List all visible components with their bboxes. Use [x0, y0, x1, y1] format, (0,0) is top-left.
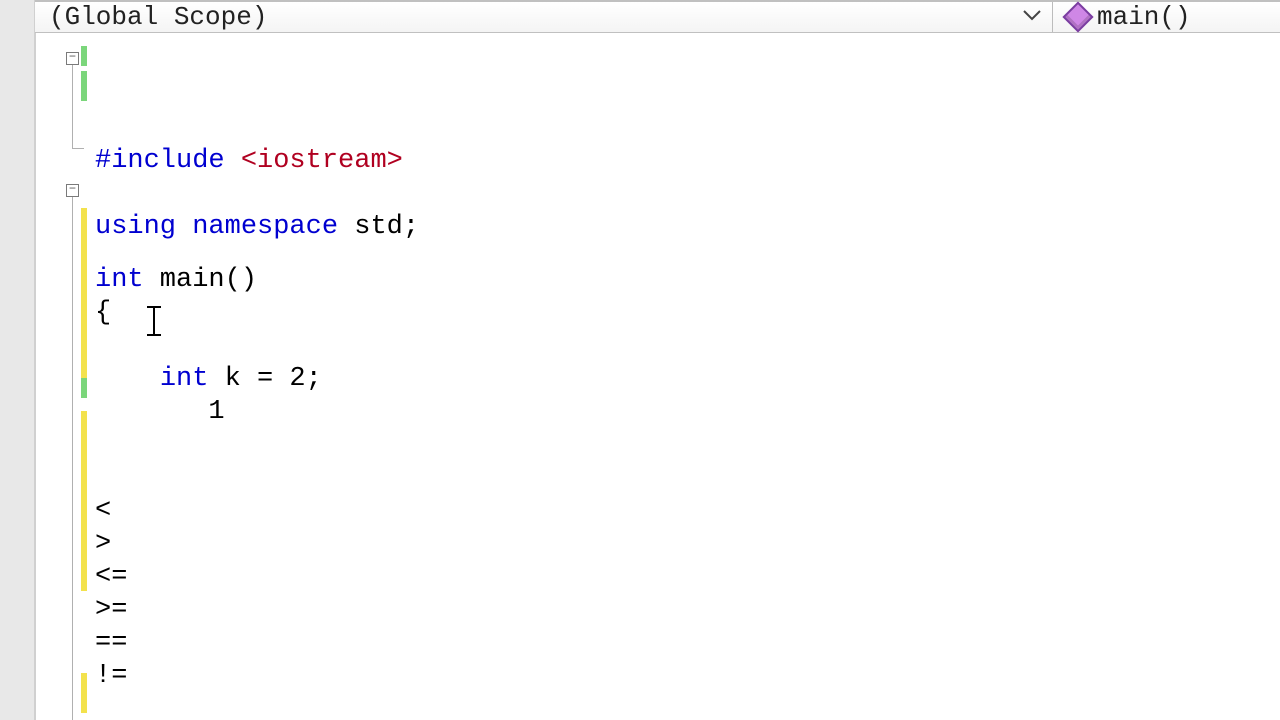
code-surface[interactable]: #include <iostream> using namespace std;…: [85, 33, 1280, 720]
scope-dropdown-label: (Global Scope): [49, 2, 267, 32]
code-line[interactable]: !=: [95, 660, 1280, 693]
indicator-margin: [0, 0, 35, 720]
code-line[interactable]: [95, 330, 1280, 363]
outline-guide: [72, 148, 84, 149]
code-line[interactable]: int k = 2;: [95, 363, 1280, 396]
code-editor[interactable]: − − #include <iostream> using namespace …: [35, 33, 1280, 720]
code-line[interactable]: using namespace std;: [95, 211, 1280, 244]
code-line[interactable]: [95, 462, 1280, 495]
code-line[interactable]: [95, 429, 1280, 462]
scope-dropdown[interactable]: (Global Scope): [35, 2, 1053, 32]
code-line[interactable]: #include <iostream>: [95, 145, 1280, 178]
code-line[interactable]: [95, 693, 1280, 720]
code-line[interactable]: {: [95, 297, 1280, 330]
navigation-bar: (Global Scope) main(): [35, 0, 1280, 33]
code-line[interactable]: [95, 244, 1280, 264]
context-dropdown[interactable]: main(): [1053, 2, 1280, 32]
code-line[interactable]: >=: [95, 594, 1280, 627]
chevron-down-icon: [1022, 8, 1042, 27]
code-line[interactable]: ==: [95, 627, 1280, 660]
outline-guide: [72, 197, 73, 720]
outline-guide: [72, 65, 73, 148]
code-line[interactable]: [95, 178, 1280, 211]
editor-root: (Global Scope) main() − −: [0, 0, 1280, 720]
outline-toggle[interactable]: −: [66, 184, 79, 197]
code-line[interactable]: int main(): [95, 264, 1280, 297]
code-line[interactable]: 1: [95, 396, 1280, 429]
outline-toggle[interactable]: −: [66, 52, 79, 65]
main-column: (Global Scope) main() − −: [35, 0, 1280, 720]
code-line[interactable]: <=: [95, 561, 1280, 594]
code-line[interactable]: <: [95, 495, 1280, 528]
code-line[interactable]: >: [95, 528, 1280, 561]
context-label: main(): [1097, 2, 1191, 32]
method-icon: [1062, 1, 1093, 32]
outlining-gutter: − −: [35, 33, 85, 720]
